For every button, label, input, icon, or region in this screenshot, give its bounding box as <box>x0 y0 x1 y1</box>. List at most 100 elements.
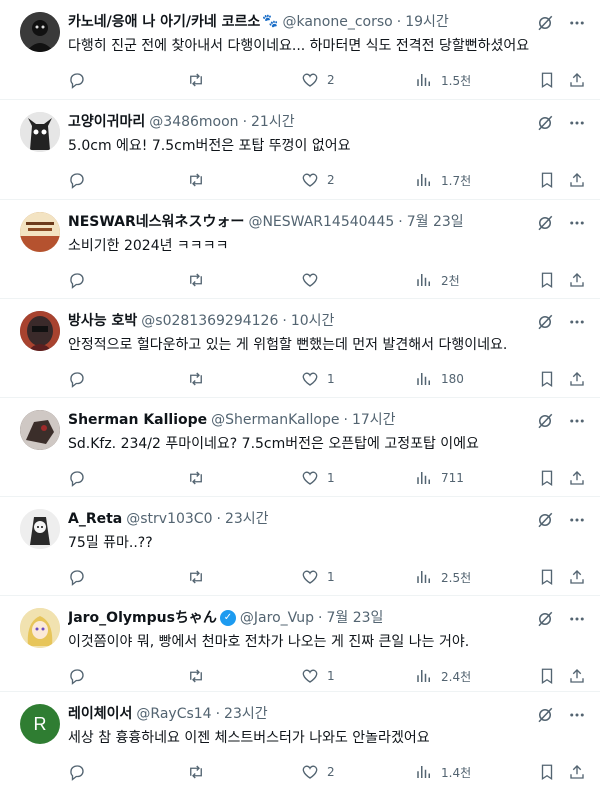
views-button[interactable]: 711 <box>415 454 464 502</box>
retweet-button[interactable] <box>187 256 213 304</box>
display-name[interactable]: 방사능 호박 <box>68 311 137 331</box>
like-button[interactable]: 1 <box>301 553 335 601</box>
top-actions <box>536 511 586 529</box>
timestamp[interactable]: 10시간 <box>291 311 335 331</box>
reply-icon <box>68 667 86 685</box>
avatar[interactable] <box>20 12 60 52</box>
reply-item[interactable]: R 레이체이서 @RayCs14 · 23시간 세상 참 흉흉하네요 이젠 체스… <box>0 692 600 789</box>
more-icon[interactable] <box>568 214 586 232</box>
bookmark-button[interactable] <box>538 156 556 204</box>
avatar[interactable] <box>20 509 60 549</box>
like-button[interactable]: 1 <box>301 355 335 403</box>
grok-icon[interactable] <box>536 14 554 32</box>
retweet-button[interactable] <box>187 454 213 502</box>
reply-item[interactable]: 방사능 호박 @s0281369294126 · 10시간 안정적으로 헐다운하… <box>0 299 600 398</box>
reply-item[interactable]: Sherman Kalliope @ShermanKallope · 17시간 … <box>0 398 600 497</box>
share-button[interactable] <box>568 454 586 502</box>
timestamp[interactable]: 7월 23일 <box>326 608 383 628</box>
like-button[interactable]: 2 <box>301 56 335 104</box>
share-button[interactable] <box>568 156 586 204</box>
more-icon[interactable] <box>568 706 586 724</box>
reply-button[interactable] <box>68 454 94 502</box>
grok-icon[interactable] <box>536 214 554 232</box>
avatar[interactable] <box>20 410 60 450</box>
grok-icon[interactable] <box>536 706 554 724</box>
reply-button[interactable] <box>68 355 94 403</box>
share-button[interactable] <box>568 748 586 789</box>
avatar[interactable] <box>20 212 60 252</box>
display-name[interactable]: 카노네/응애 나 아기/카네 코르소 <box>68 12 260 32</box>
bookmark-button[interactable] <box>538 256 556 304</box>
views-button[interactable]: 1.5천 <box>415 56 471 104</box>
reply-button[interactable] <box>68 256 94 304</box>
views-button[interactable]: 180 <box>415 355 464 403</box>
user-handle[interactable]: @s0281369294126 <box>141 311 278 331</box>
like-button[interactable]: 1 <box>301 454 335 502</box>
bookmark-button[interactable] <box>538 454 556 502</box>
views-button[interactable]: 1.7천 <box>415 156 471 204</box>
share-button[interactable] <box>568 56 586 104</box>
more-icon[interactable] <box>568 412 586 430</box>
reply-item[interactable]: NESWAR네스워ネスウォー @NESWAR14540445 · 7월 23일 … <box>0 200 600 299</box>
avatar[interactable]: R <box>20 704 60 744</box>
more-icon[interactable] <box>568 610 586 628</box>
grok-icon[interactable] <box>536 412 554 430</box>
views-button[interactable]: 2.5천 <box>415 553 471 601</box>
avatar[interactable] <box>20 311 60 351</box>
like-button[interactable] <box>301 256 327 304</box>
reply-item[interactable]: 고양이귀마리 @3486moon · 21시간 5.0cm 에요! 7.5cm버… <box>0 100 600 200</box>
bookmark-button[interactable] <box>538 553 556 601</box>
timestamp[interactable]: 23시간 <box>224 704 268 724</box>
more-icon[interactable] <box>568 313 586 331</box>
reply-item[interactable]: A_Reta @strv103C0 · 23시간 75밀 퓨마..?? 1 2.… <box>0 497 600 596</box>
reply-item[interactable]: Jaro_Olympusちゃん ✓ @Jaro_Vup · 7월 23일 이것쯤… <box>0 596 600 692</box>
display-name[interactable]: 레이체이서 <box>68 704 132 724</box>
user-handle[interactable]: @kanone_corso <box>282 12 392 32</box>
user-handle[interactable]: @Jaro_Vup <box>240 608 314 628</box>
user-handle[interactable]: @ShermanKallope <box>211 410 339 430</box>
display-name[interactable]: Jaro_Olympusちゃん <box>68 608 217 628</box>
timestamp[interactable]: 19시간 <box>405 12 449 32</box>
avatar[interactable] <box>20 608 60 648</box>
retweet-button[interactable] <box>187 355 213 403</box>
grok-icon[interactable] <box>536 610 554 628</box>
bookmark-button[interactable] <box>538 748 556 789</box>
views-button[interactable]: 2천 <box>415 256 460 304</box>
retweet-button[interactable] <box>187 553 213 601</box>
share-button[interactable] <box>568 553 586 601</box>
display-name[interactable]: 고양이귀마리 <box>68 112 145 132</box>
more-icon[interactable] <box>568 511 586 529</box>
retweet-button[interactable] <box>187 156 213 204</box>
user-handle[interactable]: @strv103C0 <box>126 509 212 529</box>
timestamp[interactable]: 7월 23일 <box>407 212 464 232</box>
display-name[interactable]: NESWAR네스워ネスウォー <box>68 212 244 232</box>
timestamp[interactable]: 21시간 <box>251 112 295 132</box>
display-name[interactable]: A_Reta <box>68 509 122 529</box>
user-handle[interactable]: @RayCs14 <box>136 704 211 724</box>
like-button[interactable]: 2 <box>301 156 335 204</box>
grok-icon[interactable] <box>536 511 554 529</box>
timestamp[interactable]: 17시간 <box>352 410 396 430</box>
reply-item[interactable]: 카노네/응애 나 아기/카네 코르소 🐾 @kanone_corso · 19시… <box>0 0 600 100</box>
grok-icon[interactable] <box>536 114 554 132</box>
user-handle[interactable]: @3486moon <box>149 112 238 132</box>
more-icon[interactable] <box>568 14 586 32</box>
share-button[interactable] <box>568 256 586 304</box>
retweet-button[interactable] <box>187 56 213 104</box>
reply-button[interactable] <box>68 56 94 104</box>
views-button[interactable]: 1.4천 <box>415 748 471 789</box>
reply-button[interactable] <box>68 156 94 204</box>
reply-button[interactable] <box>68 553 94 601</box>
share-button[interactable] <box>568 355 586 403</box>
bookmark-button[interactable] <box>538 355 556 403</box>
user-handle[interactable]: @NESWAR14540445 <box>248 212 394 232</box>
retweet-button[interactable] <box>187 748 213 789</box>
reply-button[interactable] <box>68 748 94 789</box>
timestamp[interactable]: 23시간 <box>225 509 269 529</box>
grok-icon[interactable] <box>536 313 554 331</box>
like-button[interactable]: 2 <box>301 748 335 789</box>
bookmark-button[interactable] <box>538 56 556 104</box>
display-name[interactable]: Sherman Kalliope <box>68 410 207 430</box>
more-icon[interactable] <box>568 114 586 132</box>
avatar[interactable] <box>20 112 60 152</box>
